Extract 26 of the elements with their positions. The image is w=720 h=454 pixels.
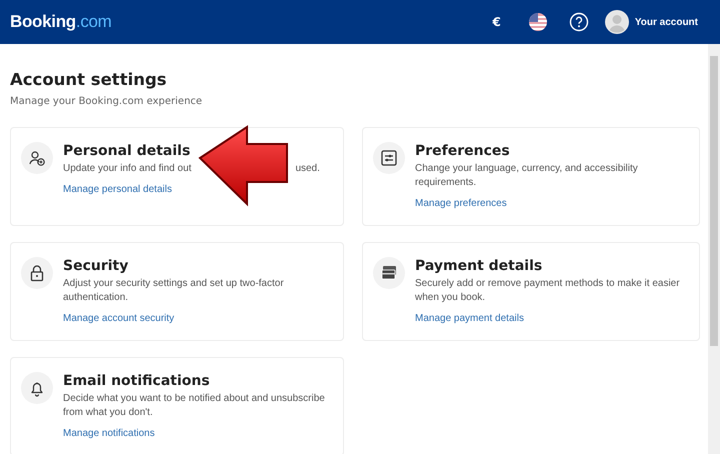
card-title: Email notifications <box>63 373 211 389</box>
currency-button[interactable]: € <box>492 15 501 29</box>
manage-link[interactable]: Manage payment details <box>415 313 524 324</box>
booking-logo[interactable]: Booking.com <box>10 12 112 32</box>
manage-link[interactable]: Manage personal details <box>63 184 172 195</box>
manage-link[interactable]: Manage account security <box>63 313 174 324</box>
page-title: Account settings <box>10 70 168 89</box>
card-description: Securely add or remove payment methods to make it easier when you book. <box>415 277 681 305</box>
card-title: Security <box>63 258 130 274</box>
manage-link[interactable]: Manage notifications <box>63 428 155 439</box>
card-title: Personal details <box>63 143 192 159</box>
card-description: Update your info and find out <box>63 162 192 176</box>
avatar-icon[interactable] <box>604 10 629 34</box>
account-label[interactable]: Your account <box>634 16 698 28</box>
card-description: Adjust your security settings and set up two-factor authentication. <box>63 277 285 305</box>
help-icon[interactable] <box>568 12 589 32</box>
card-description: Decide what you want to be notified about and unsubscribe from what you don't. <box>63 392 326 420</box>
card-title: Preferences <box>415 143 511 159</box>
card-title: Payment details <box>415 258 544 274</box>
sliders-icon <box>379 148 399 168</box>
flag-icon[interactable] <box>528 13 547 31</box>
manage-link[interactable]: Manage preferences <box>415 198 507 209</box>
card-description: Change your language, currency, and accessibility requirements. <box>415 162 639 190</box>
scrollbar-thumb[interactable] <box>710 56 718 346</box>
card-description: used. <box>295 162 320 176</box>
page-subtitle: Manage your Booking.com experience <box>10 96 204 107</box>
